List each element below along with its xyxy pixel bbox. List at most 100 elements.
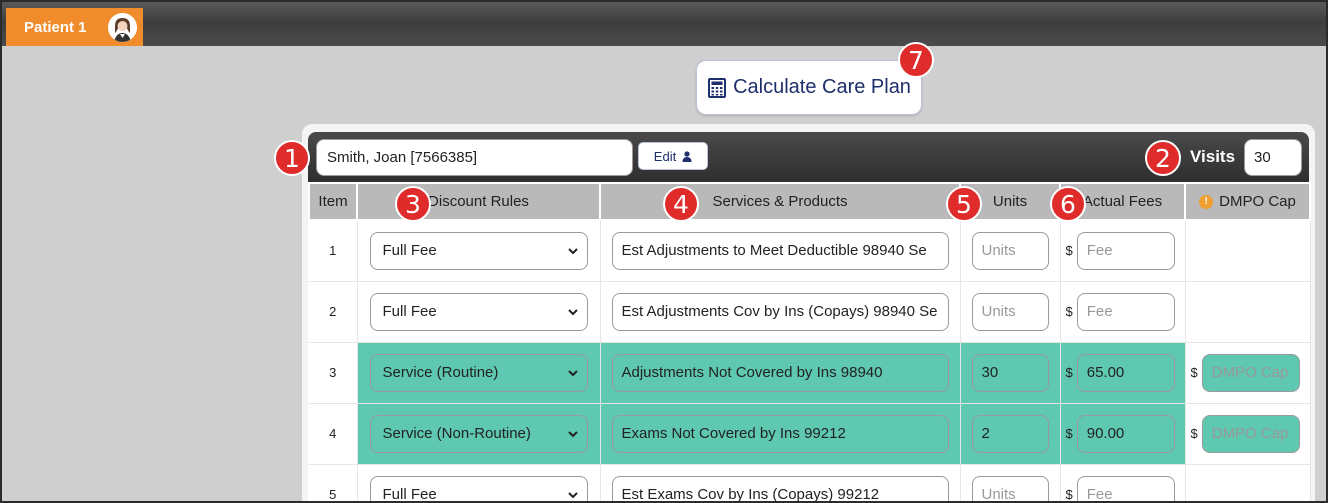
item-number: 3 — [309, 342, 358, 404]
dmpo-cap-input[interactable]: DMPO Cap — [1201, 414, 1300, 453]
patient-tab-label: Patient 1 — [24, 18, 87, 36]
service-cell: Exams Not Covered by Ins 99212 — [600, 403, 961, 465]
units-input[interactable]: Units — [971, 475, 1049, 503]
discount-rule-cell: Service (Routine) — [357, 342, 601, 404]
app-frame: Patient 1 Calculate Care Plan Smith, Joa… — [0, 0, 1328, 503]
fee-group: $65.00 — [1061, 353, 1185, 392]
fee-group: $ Fee — [1061, 475, 1185, 503]
service-input[interactable]: Est Adjustments to Meet Deductible 98940… — [611, 231, 949, 270]
discount-rule-select[interactable]: Service (Non-Routine) — [369, 414, 588, 453]
fee-cell: $90.00 — [1060, 403, 1186, 465]
chevron-down-icon — [567, 308, 578, 315]
discount-rule-value: Full Fee — [382, 242, 437, 260]
column-header-dmpo-cap: ! DMPO Cap — [1184, 182, 1311, 221]
dmpo-cap-cell: $ DMPO Cap — [1185, 403, 1311, 465]
units-cell: 2 — [960, 403, 1061, 465]
fee-placeholder: Fee — [1086, 486, 1113, 503]
service-cell: Est Adjustments Cov by Ins (Copays) 9894… — [600, 281, 961, 343]
discount-rule-select[interactable]: Full Fee — [369, 231, 588, 270]
units-placeholder: Units — [981, 486, 1016, 503]
visits-label: Visits — [1190, 147, 1236, 166]
patient-name-value: Smith, Joan [7566385] — [327, 149, 478, 166]
step-badge-3: 3 — [395, 186, 431, 222]
chevron-down-icon — [567, 248, 578, 255]
fee-input[interactable]: 90.00 — [1076, 414, 1175, 453]
units-cell: Units — [960, 220, 1061, 282]
fee-cell: $ Fee — [1060, 464, 1186, 503]
fee-cell: $65.00 — [1060, 342, 1186, 404]
discount-rule-cell: Service (Non-Routine) — [357, 403, 601, 465]
visits-field[interactable]: 30 — [1244, 139, 1302, 176]
info-icon[interactable]: ! — [1199, 195, 1214, 210]
step-badge-7: 7 — [898, 42, 934, 78]
discount-rule-cell: Full Fee — [357, 220, 601, 282]
currency-symbol: $ — [1065, 426, 1073, 441]
column-header-discount-rules: Discount Rules — [356, 182, 601, 221]
dmpo-cap-input[interactable]: DMPO Cap — [1201, 353, 1300, 392]
item-number: 2 — [309, 281, 358, 343]
user-icon — [682, 150, 692, 162]
fee-group: $90.00 — [1061, 414, 1185, 453]
table-row: 2 Full Fee Est Adjustments Cov by Ins (Cop… — [309, 281, 1311, 343]
dmpo-cap-group: $ DMPO Cap — [1186, 353, 1310, 392]
units-value: 30 — [981, 364, 999, 381]
dmpo-cap-cell — [1185, 464, 1311, 501]
calculate-care-plan-label: Calculate Care Plan — [733, 76, 911, 98]
patient-tab[interactable]: Patient 1 — [6, 8, 143, 46]
top-bar — [2, 2, 1326, 46]
currency-symbol: $ — [1065, 243, 1073, 259]
chevron-down-icon — [567, 491, 578, 498]
dmpo-cap-cell — [1185, 220, 1311, 282]
service-input[interactable]: Adjustments Not Covered by Ins 98940 — [611, 353, 949, 392]
units-input[interactable]: 30 — [971, 353, 1049, 392]
discount-rule-value: Service (Routine) — [382, 364, 499, 381]
service-input[interactable]: Exams Not Covered by Ins 99212 — [611, 414, 949, 453]
units-input[interactable]: Units — [971, 292, 1049, 331]
service-value: Est Exams Cov by Ins (Copays) 99212 — [621, 486, 880, 503]
discount-rule-cell: Full Fee — [357, 281, 601, 343]
fee-input[interactable]: Fee — [1076, 292, 1175, 331]
fee-input[interactable]: 65.00 — [1076, 353, 1175, 392]
patient-name-field[interactable]: Smith, Joan [7566385] — [316, 139, 633, 176]
discount-rule-select[interactable]: Full Fee — [369, 292, 588, 331]
service-cell: Est Exams Cov by Ins (Copays) 99212 — [600, 464, 961, 503]
service-value: Est Adjustments Cov by Ins (Copays) 9894… — [621, 303, 938, 320]
table-row: 4 Service (Non-Routine) Exams Not Covered … — [309, 403, 1311, 465]
fee-input[interactable]: Fee — [1076, 475, 1175, 503]
dmpo-cap-cell — [1185, 281, 1311, 343]
step-badge-6: 6 — [1050, 186, 1086, 222]
step-badge-2: 2 — [1145, 140, 1181, 176]
units-value: 2 — [981, 425, 990, 442]
fee-input[interactable]: Fee — [1076, 231, 1175, 270]
discount-rule-select[interactable]: Full Fee — [369, 475, 588, 503]
dmpo-cap-placeholder: DMPO Cap — [1211, 364, 1289, 381]
step-badge-1: 1 — [274, 140, 310, 176]
chevron-down-icon — [567, 430, 578, 437]
dmpo-cap-cell: $ DMPO Cap — [1185, 342, 1311, 404]
service-value: Adjustments Not Covered by Ins 98940 — [621, 364, 883, 381]
currency-symbol: $ — [1190, 426, 1198, 441]
currency-symbol: $ — [1190, 365, 1198, 380]
units-input[interactable]: 2 — [971, 414, 1049, 453]
service-input[interactable]: Est Exams Cov by Ins (Copays) 99212 — [611, 475, 949, 503]
currency-symbol: $ — [1065, 487, 1073, 502]
step-badge-5: 5 — [946, 186, 982, 222]
fee-group: $ Fee — [1061, 231, 1185, 270]
discount-rule-select[interactable]: Service (Routine) — [369, 353, 588, 392]
calculate-care-plan-button[interactable]: Calculate Care Plan — [696, 60, 922, 115]
service-input[interactable]: Est Adjustments Cov by Ins (Copays) 9894… — [611, 292, 949, 331]
step-badge-4: 4 — [663, 186, 699, 222]
units-cell: Units — [960, 464, 1061, 503]
currency-symbol: $ — [1065, 304, 1073, 319]
table-row: 1 Full Fee Est Adjustments to Meet Deducti… — [309, 220, 1311, 282]
patient-avatar — [108, 13, 137, 42]
edit-patient-button[interactable]: Edit — [638, 142, 708, 170]
visits-value: 30 — [1254, 149, 1271, 166]
currency-symbol: $ — [1065, 365, 1073, 380]
discount-rule-value: Full Fee — [382, 486, 437, 503]
fee-value: 90.00 — [1086, 425, 1125, 442]
fee-value: 65.00 — [1086, 364, 1125, 381]
fee-cell: $ Fee — [1060, 220, 1186, 282]
units-input[interactable]: Units — [971, 231, 1049, 270]
care-plan-table: Item Discount Rules Services & Products … — [308, 182, 1311, 503]
